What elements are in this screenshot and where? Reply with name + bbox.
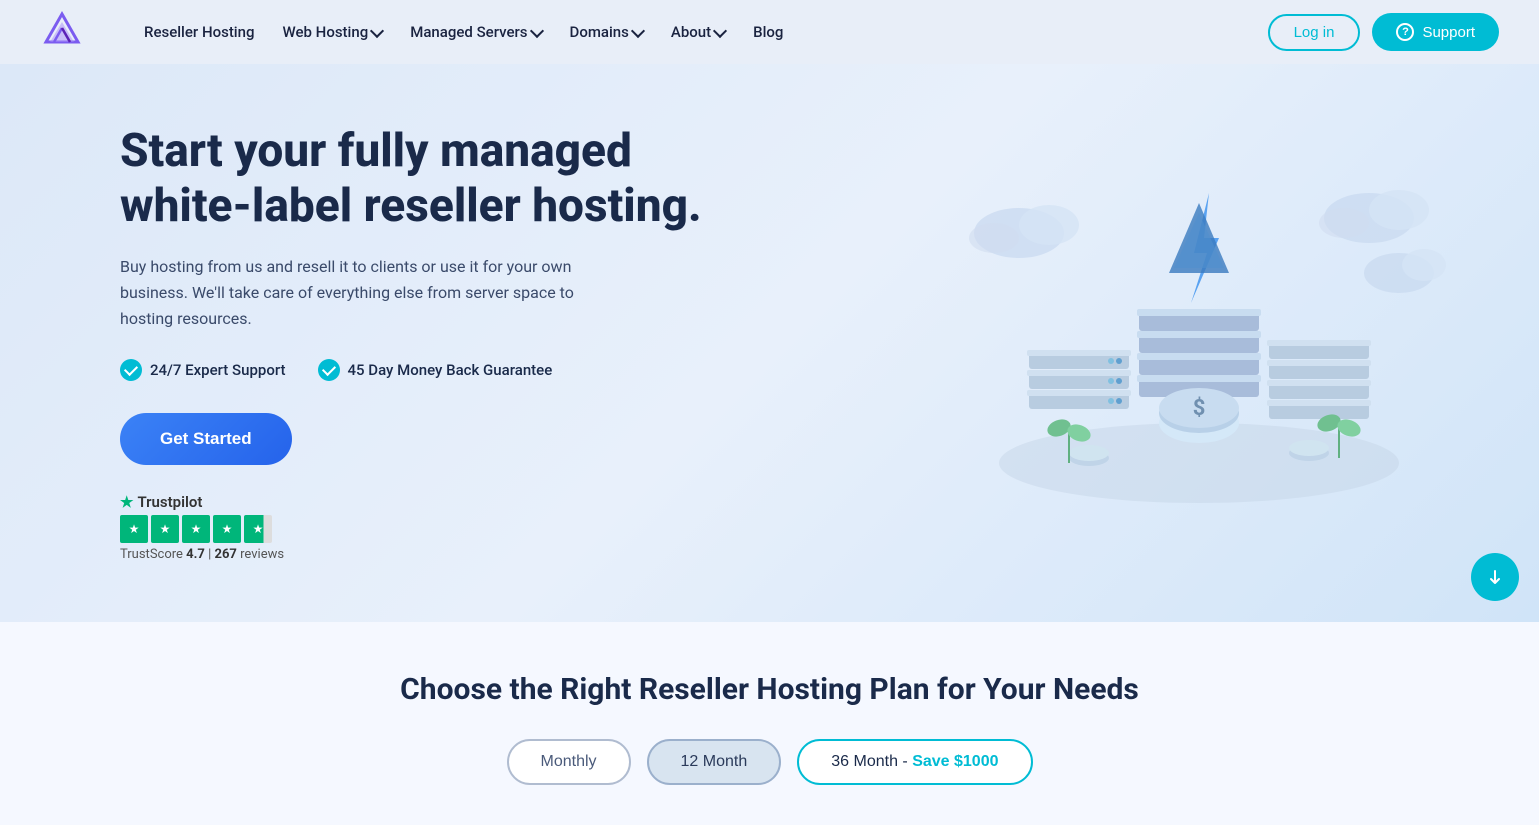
support-button[interactable]: ? Support — [1372, 13, 1499, 51]
trustpilot-logo: ★ Trustpilot — [120, 493, 202, 511]
chevron-down-icon — [631, 23, 645, 37]
trustpilot-score: TrustScore 4.7 | 267 reviews — [120, 547, 720, 562]
hero-section: Start your fully managed white-label res… — [0, 64, 1539, 622]
hero-badges: 24/7 Expert Support 45 Day Money Back Gu… — [120, 359, 720, 381]
trustpilot-widget: ★ Trustpilot ★ ★ ★ ★ ★ TrustScore 4.7 | … — [120, 493, 720, 562]
billing-toggle: Monthly 12 Month 36 Month - Save $1000 — [40, 739, 1499, 785]
plans-title: Choose the Right Reseller Hosting Plan f… — [40, 672, 1499, 707]
star-5-half: ★ — [244, 515, 272, 543]
hero-subtitle: Buy hosting from us and resell it to cli… — [120, 254, 620, 331]
trustpilot-header: ★ Trustpilot — [120, 493, 720, 511]
nav-actions: Log in ? Support — [1268, 13, 1499, 51]
nav-item-blog[interactable]: Blog — [741, 15, 795, 49]
check-icon — [120, 359, 142, 381]
check-icon — [318, 359, 340, 381]
save-text: Save $1000 — [912, 753, 998, 770]
nav-item-reseller-hosting[interactable]: Reseller Hosting — [132, 15, 267, 49]
star-3: ★ — [182, 515, 210, 543]
chevron-down-icon — [713, 23, 727, 37]
hero-illustration: $ — [939, 153, 1459, 533]
badge-guarantee: 45 Day Money Back Guarantee — [318, 359, 553, 381]
billing-monthly-button[interactable]: Monthly — [507, 739, 631, 785]
star-2: ★ — [151, 515, 179, 543]
get-started-button[interactable]: Get Started — [120, 413, 292, 465]
nav-item-web-hosting[interactable]: Web Hosting — [271, 15, 395, 49]
svg-text:$: $ — [1193, 396, 1206, 421]
plans-section: Choose the Right Reseller Hosting Plan f… — [0, 622, 1539, 825]
navbar: Reseller Hosting Web Hosting Managed Ser… — [0, 0, 1539, 64]
chevron-down-icon — [370, 23, 384, 37]
trustpilot-stars: ★ ★ ★ ★ ★ — [120, 515, 720, 543]
hero-content: Start your fully managed white-label res… — [120, 124, 720, 562]
hero-title: Start your fully managed white-label res… — [120, 124, 720, 234]
star-1: ★ — [120, 515, 148, 543]
badge-support: 24/7 Expert Support — [120, 359, 286, 381]
login-button[interactable]: Log in — [1268, 14, 1361, 51]
support-icon: ? — [1396, 23, 1414, 41]
billing-12month-button[interactable]: 12 Month — [647, 739, 782, 785]
star-4: ★ — [213, 515, 241, 543]
nav-links: Reseller Hosting Web Hosting Managed Ser… — [132, 15, 1236, 49]
scroll-hint-button[interactable] — [1471, 553, 1519, 601]
chevron-down-icon — [529, 23, 543, 37]
billing-36month-button[interactable]: 36 Month - Save $1000 — [797, 739, 1032, 785]
nav-item-domains[interactable]: Domains — [558, 15, 655, 49]
logo[interactable] — [40, 10, 84, 54]
nav-item-managed-servers[interactable]: Managed Servers — [398, 15, 553, 49]
nav-item-about[interactable]: About — [659, 15, 737, 49]
